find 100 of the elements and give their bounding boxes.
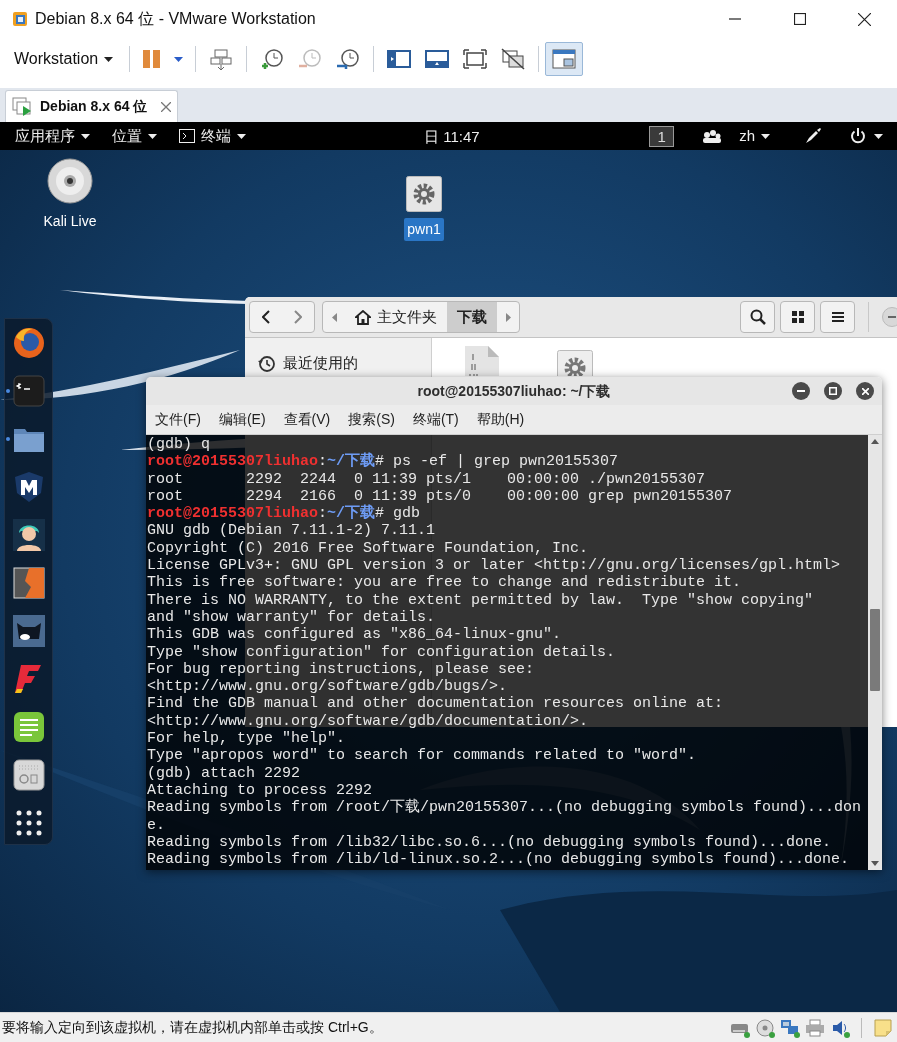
console-view-icon xyxy=(552,48,577,70)
output-line: Reading symbols from /lib/ld-linux.so.2...(no debugging symbols found)...done. xyxy=(147,851,851,869)
output-line: root 2292 2244 0 11:39 pts/1 00:00:00 ./pwn20155307 xyxy=(147,470,707,488)
scrollbar-thumb[interactable] xyxy=(870,609,880,691)
maximize-button[interactable] xyxy=(824,382,842,400)
terminal-menu-item[interactable]: 查看(V) xyxy=(283,409,331,430)
home-icon xyxy=(355,309,371,325)
maximize-icon xyxy=(829,387,837,395)
output-line: root 2294 2166 0 11:39 pts/0 00:00:00 grep pwn20155307 xyxy=(147,487,734,505)
output-line: This is free software: you are free to change and redistribute it. xyxy=(147,574,743,592)
gear-icon[interactable] xyxy=(406,176,442,212)
revert-snapshot-icon xyxy=(298,48,323,70)
workstation-menu[interactable]: Workstation xyxy=(4,42,124,76)
terminal-menu-item[interactable]: 编辑(E) xyxy=(218,409,266,430)
sidebar-view-icon xyxy=(387,48,412,70)
up-arrow-icon[interactable] xyxy=(871,439,879,444)
down-arrow-icon[interactable] xyxy=(871,861,879,866)
output-line: Copyright (C) 2016 Free Software Foundation, Inc. xyxy=(147,539,590,558)
terminal-menu-item[interactable]: 搜索(S) xyxy=(348,409,395,430)
status-message: 要将输入定向到该虚拟机，请在虚拟机内部单击或按 Ctrl+G。 xyxy=(2,1018,383,1037)
output-line: (gdb) attach 2292 xyxy=(147,764,302,782)
output-line: There is NO WARRANTY, to the extent permitted by law. Type "show copying" xyxy=(147,591,815,609)
terminal-menu-item[interactable]: 文件(F) xyxy=(155,409,201,430)
bottom-view-icon xyxy=(425,48,450,70)
snapshot-icon xyxy=(260,48,285,70)
terminal-menu-item[interactable]: 终端(T) xyxy=(412,409,459,430)
right-arrow-icon xyxy=(505,312,511,322)
vm-tab[interactable]: Debian 8.x 64 位 xyxy=(5,90,179,122)
output-line: This GDB was configured as "x86_64-linux-gnu". xyxy=(147,626,563,644)
scrollbar[interactable] xyxy=(868,435,882,870)
window-title: root@20155307liuhao: ~/下载 xyxy=(417,381,611,401)
full-screen-icon xyxy=(463,48,488,70)
terminal-icon[interactable] xyxy=(13,375,45,407)
input-method-menu[interactable]: zh xyxy=(739,124,770,148)
prompt-line: root@20155307liuhao:~/下载# ps -ef | grep pwn20155307 xyxy=(147,453,620,471)
split-square-icon[interactable] xyxy=(13,567,45,599)
power-menu[interactable] xyxy=(850,128,883,144)
top-bar-menu[interactable]: 终端 xyxy=(179,122,246,150)
sidebar-item[interactable]: 最近使用的 xyxy=(245,350,431,376)
output-line: Type "apropos word" to search for commands related to "word". xyxy=(147,747,698,765)
pen-icon xyxy=(804,127,822,145)
prompt-line: root@20155307liuhao:~/下载# gdb xyxy=(147,505,422,523)
clock[interactable]: 日 11:47 xyxy=(424,126,480,149)
top-bar-menu[interactable]: 应用程序 xyxy=(15,122,90,150)
menu-button[interactable] xyxy=(820,301,855,333)
notes-icon[interactable] xyxy=(13,711,45,743)
desktop-icon-label[interactable]: Kali Live xyxy=(40,210,100,233)
terminal-menu-item[interactable]: 帮助(H) xyxy=(476,409,525,430)
avatar-icon[interactable] xyxy=(13,519,45,551)
search-button[interactable] xyxy=(740,301,775,333)
shield-icon[interactable] xyxy=(13,471,45,503)
history-icon xyxy=(258,354,275,372)
radio-icon[interactable] xyxy=(13,759,45,791)
output-line: (gdb) q xyxy=(147,436,211,454)
globe-icon[interactable] xyxy=(13,327,45,359)
output-line: e. xyxy=(147,816,166,834)
output-line: Type "show configuration" for configuration details. xyxy=(147,643,617,661)
app-icon xyxy=(11,10,29,28)
output-line: Attaching to process 2292 xyxy=(147,781,374,799)
output-line: Reading symbols from /lib32/libc.so.6...(no debugging symbols found)...done. xyxy=(147,833,833,852)
unity-icon xyxy=(501,48,526,70)
caret-icon xyxy=(874,133,883,139)
output-line: Find the GDB manual and other documentation resources online at: xyxy=(147,695,725,713)
disc-icon[interactable] xyxy=(47,158,93,204)
binary-file-icon[interactable] xyxy=(464,346,500,376)
people-icon xyxy=(702,129,723,143)
path-button[interactable]: 下载 xyxy=(447,302,497,332)
output-line: and "show warranty" for details. xyxy=(147,608,437,627)
left-arrow-icon xyxy=(331,312,337,322)
back-icon xyxy=(262,310,270,324)
grid-view-icon xyxy=(789,309,806,325)
output-line: <http://www.gnu.org/software/gdb/bugs/>. xyxy=(147,678,509,696)
close-icon xyxy=(161,101,172,112)
top-bar-menu[interactable]: 位置 xyxy=(112,122,157,150)
printer-icon[interactable] xyxy=(805,1017,825,1038)
maximize-icon xyxy=(793,13,806,25)
path-button[interactable]: 主文件夹 xyxy=(345,302,447,332)
minimize-icon xyxy=(888,316,896,318)
forward-icon xyxy=(294,310,302,324)
window-title: Debian 8.x 64 位 - VMware Workstation xyxy=(35,9,316,29)
close-icon xyxy=(858,12,871,26)
terminal-icon xyxy=(179,129,195,143)
caret-icon xyxy=(237,133,246,139)
minimize-button[interactable] xyxy=(792,382,810,400)
caret-icon xyxy=(174,56,184,62)
search-icon xyxy=(749,309,766,325)
close-button[interactable] xyxy=(856,382,874,400)
grid-view-button[interactable] xyxy=(780,301,815,333)
gear-icon[interactable] xyxy=(557,350,593,376)
tab-close-button[interactable] xyxy=(161,101,172,112)
minimize-icon xyxy=(797,390,805,392)
console-view-button[interactable] xyxy=(545,42,584,76)
desktop-icon-label[interactable]: pwn1 xyxy=(404,218,444,241)
power-icon xyxy=(850,128,866,144)
output-line: <http://www.gnu.org/software/gdb/documentation/>. xyxy=(147,712,590,731)
send-keys-icon xyxy=(210,48,233,70)
workspace-indicator[interactable]: 1 xyxy=(649,125,675,147)
minimize-button[interactable] xyxy=(882,307,897,327)
network-icon[interactable] xyxy=(780,1017,800,1038)
menu-icon xyxy=(829,309,846,325)
